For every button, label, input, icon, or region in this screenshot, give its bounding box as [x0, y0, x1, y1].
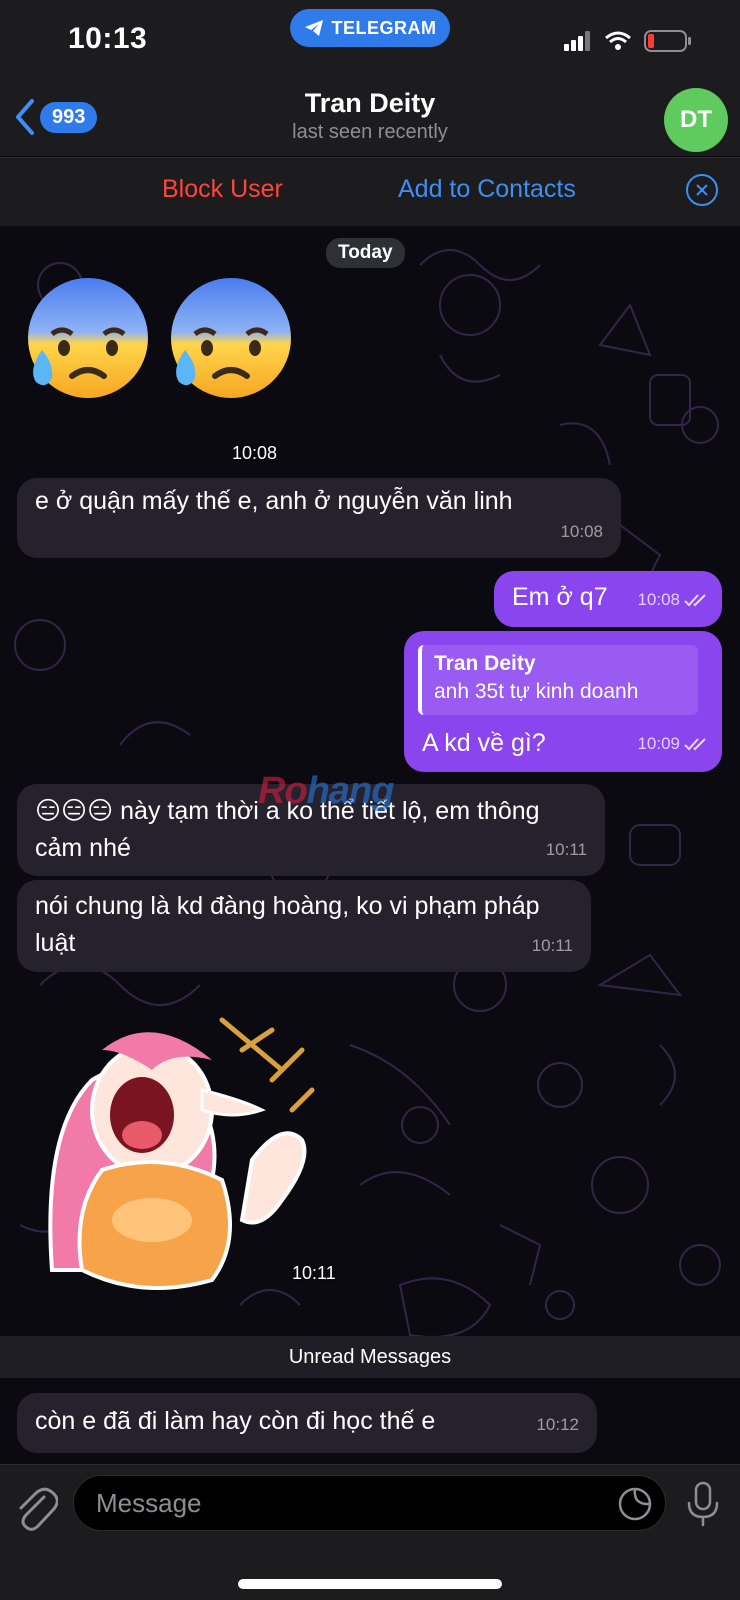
telegram-chat-screen: 10:13 TELEGRAM 993 Tran Deity last seen … — [0, 0, 740, 1600]
sticker-timestamp: 10:11 — [292, 1263, 336, 1283]
telegram-pill[interactable]: TELEGRAM — [290, 9, 450, 47]
message-bubble-outgoing-reply[interactable]: Tran Deity anh 35t tự kinh doanh A kd về… — [404, 631, 722, 772]
avatar-initials: DT — [680, 106, 712, 133]
close-icon — [696, 184, 708, 196]
reply-author: Tran Deity — [434, 652, 536, 675]
microphone-icon[interactable] — [684, 1481, 722, 1527]
clock: 10:13 — [68, 22, 148, 55]
status-bar: 10:13 TELEGRAM — [0, 0, 740, 80]
home-indicator[interactable] — [238, 1579, 502, 1589]
message-time: 10:08 — [637, 590, 680, 609]
paperclip-icon[interactable] — [14, 1485, 58, 1533]
message-time: 10:09 — [637, 734, 680, 753]
anxious-face-emoji[interactable] — [22, 272, 154, 404]
chat-title-block[interactable]: Tran Deity last seen recently — [170, 88, 570, 144]
emoji-timestamp: 10:08 — [232, 443, 278, 463]
double-check-icon — [684, 593, 706, 606]
add-to-contacts-button[interactable]: Add to Contacts — [398, 175, 576, 204]
message-time: 10:11 — [545, 840, 587, 859]
back-chevron-icon — [16, 99, 34, 135]
telegram-pill-label: TELEGRAM — [331, 17, 437, 38]
close-action-bar-button[interactable] — [686, 174, 718, 206]
message-input[interactable] — [73, 1475, 666, 1531]
message-time: 10:11 — [531, 936, 573, 955]
reply-text: anh 35t tự kinh doanh — [434, 680, 639, 703]
unread-label: Unread Messages — [288, 1345, 452, 1368]
message-meta: 10:09 — [637, 725, 708, 762]
message-bubble-outgoing[interactable]: Em ở q7 10:08 — [494, 571, 722, 627]
status-icons — [564, 30, 692, 52]
unread-messages-divider: Unread Messages — [0, 1336, 740, 1378]
chat-subtitle: last seen recently — [292, 121, 448, 143]
avatar[interactable]: DT — [664, 88, 728, 152]
telegram-plane-icon — [304, 20, 323, 36]
message-input-bar — [0, 1464, 740, 1600]
date-separator: Today — [326, 238, 405, 268]
watermark: Rohang — [258, 770, 394, 812]
signal-icon — [564, 31, 590, 51]
chat-title: Tran Deity — [304, 88, 436, 118]
message-text: Em ở q7 — [512, 583, 608, 611]
wifi-icon — [605, 31, 631, 50]
sticker-icon[interactable] — [618, 1487, 652, 1521]
anxious-face-emoji[interactable] — [165, 272, 297, 404]
message-bubble[interactable]: nói chung là kd đàng hoàng, ko vi phạm p… — [17, 880, 591, 972]
message-emoji-prefix: 😑😑😑 — [35, 796, 114, 825]
message-text: còn e đã đi làm hay còn đi học thế e — [35, 1407, 436, 1435]
contact-action-bar: Block User Add to Contacts — [0, 157, 740, 226]
battery-icon — [644, 30, 691, 52]
message-bubble[interactable]: còn e đã đi làm hay còn đi học thế e 10:… — [17, 1393, 597, 1453]
message-meta: 10:08 — [637, 581, 708, 618]
message-time: 10:08 — [560, 522, 603, 541]
chat-header: 993 Tran Deity last seen recently DT — [0, 80, 740, 156]
girl-yelling-sticker[interactable] — [42, 1010, 342, 1300]
message-bubble[interactable]: e ở quận mấy thế e, anh ở nguyễn văn lin… — [17, 478, 621, 558]
reply-quote[interactable]: Tran Deity anh 35t tự kinh doanh — [418, 645, 698, 715]
message-text: nói chung là kd đàng hoàng, ko vi phạm p… — [35, 892, 540, 957]
message-text: e ở quận mấy thế e, anh ở nguyễn văn lin… — [35, 487, 513, 515]
unread-count-badge: 993 — [40, 101, 98, 133]
block-user-button[interactable]: Block User — [162, 175, 283, 204]
double-check-icon — [684, 737, 706, 750]
message-text: A kd về gì? — [422, 729, 546, 757]
back-button[interactable]: 993 — [14, 98, 98, 136]
message-time: 10:12 — [536, 1415, 579, 1434]
